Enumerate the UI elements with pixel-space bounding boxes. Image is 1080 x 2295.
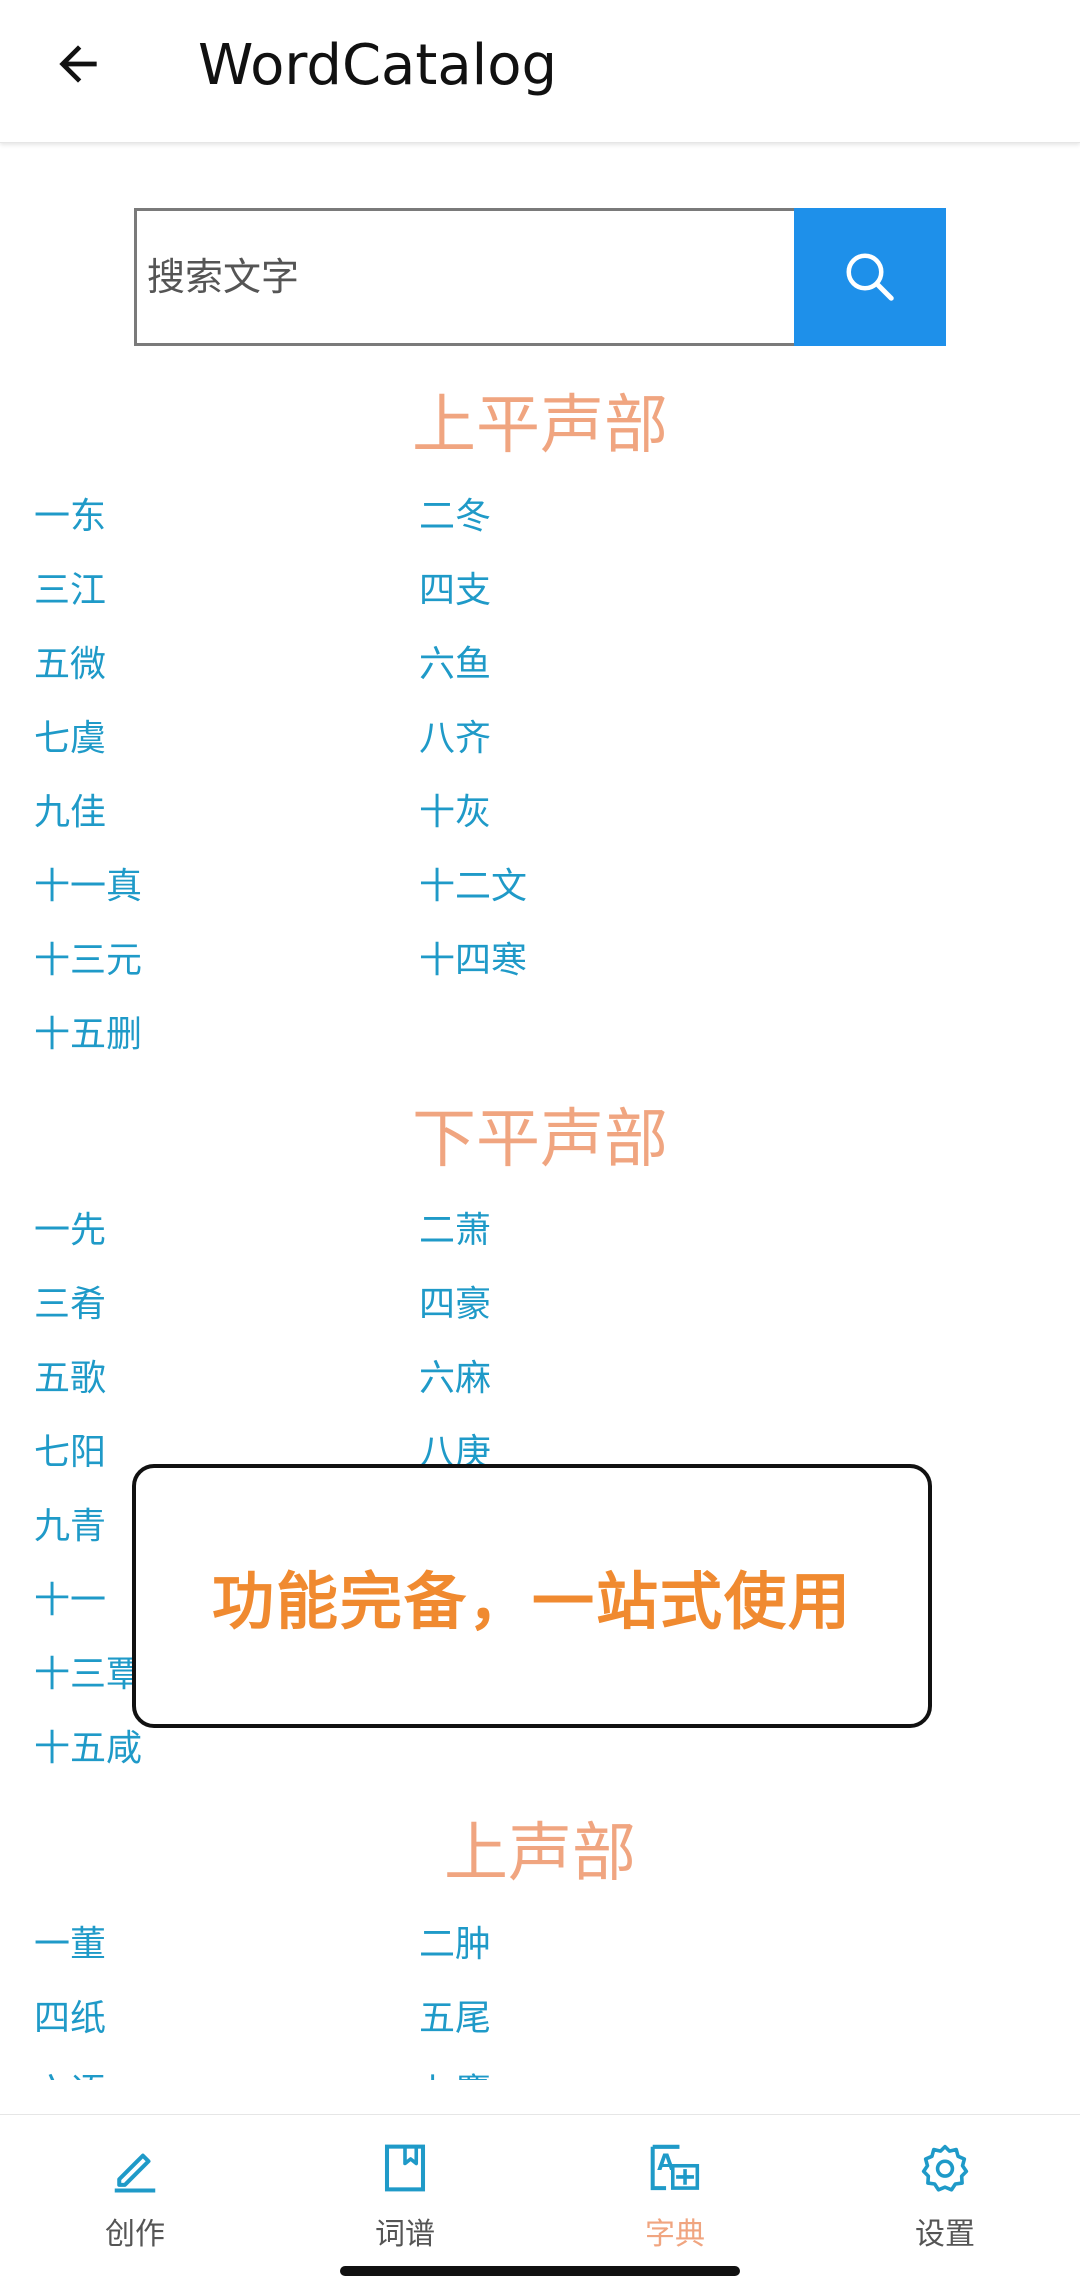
back-button[interactable] <box>40 26 116 102</box>
rhyme-item[interactable]: 十灰 <box>419 776 804 850</box>
search-button[interactable] <box>794 208 946 346</box>
nav-item-settings[interactable]: 设置 <box>810 2115 1080 2265</box>
rhyme-item[interactable]: 十五删 <box>34 998 419 1072</box>
rhyme-item[interactable]: 七虞 <box>34 702 419 776</box>
pen-icon <box>114 2153 156 2193</box>
nav-label: 创作 <box>105 2217 165 2252</box>
section-shang-ping: 上平声部 一东 二冬 三江 四支 五微 六鱼 七虞 八齐 九佳 十灰 十一真 十… <box>0 380 1080 1072</box>
rhyme-item[interactable]: 七麌 <box>419 2056 804 2080</box>
home-indicator[interactable] <box>340 2266 740 2276</box>
gear-icon <box>921 2144 969 2192</box>
rhyme-item[interactable]: 六语 <box>34 2056 419 2080</box>
book-icon <box>384 2144 426 2192</box>
section-shang-sheng: 上声部 一董 二肿 四纸 五尾 六语 七麌 <box>0 1808 1080 2080</box>
search-box <box>134 208 794 346</box>
nav-item-cipu[interactable]: 词谱 <box>270 2115 540 2265</box>
rhyme-item[interactable]: 六鱼 <box>419 628 804 702</box>
callout-text: 功能完备，一站式使用 <box>211 1565 852 1638</box>
rhyme-item[interactable]: 一董 <box>34 1908 419 1982</box>
rhyme-item[interactable]: 五尾 <box>419 1982 804 2056</box>
nav-item-create[interactable]: 创作 <box>0 2115 270 2265</box>
rhyme-item[interactable]: 十一真 <box>34 850 419 924</box>
rhyme-item[interactable]: 三江 <box>34 554 419 628</box>
section-title: 上平声部 <box>412 389 668 463</box>
rhyme-item[interactable]: 四支 <box>419 554 804 628</box>
rhyme-item[interactable]: 十二文 <box>419 850 804 924</box>
rhyme-item[interactable]: 三肴 <box>34 1268 419 1342</box>
rhyme-item[interactable]: 五微 <box>34 628 419 702</box>
rhyme-item[interactable]: 一先 <box>34 1194 419 1268</box>
rhyme-item[interactable]: 十四寒 <box>419 924 804 998</box>
arrow-left-icon <box>59 45 97 83</box>
dictionary-icon: A <box>650 2144 700 2191</box>
nav-item-dictionary[interactable]: A 字典 <box>540 2115 810 2265</box>
rhyme-item[interactable]: 九佳 <box>34 776 419 850</box>
nav-label: 词谱 <box>375 2217 435 2252</box>
rhyme-item[interactable]: 四豪 <box>419 1268 804 1342</box>
section-title: 下平声部 <box>412 1103 668 1177</box>
rhyme-item[interactable]: 二萧 <box>419 1194 804 1268</box>
nav-label: 字典 <box>645 2217 705 2252</box>
rhyme-item[interactable]: 四纸 <box>34 1982 419 2056</box>
rhyme-item[interactable]: 十三元 <box>34 924 419 998</box>
rhyme-item[interactable]: 二冬 <box>419 480 804 554</box>
app-title: WordCatalog <box>198 33 557 98</box>
nav-label: 设置 <box>915 2217 975 2252</box>
rhyme-item[interactable]: 八齐 <box>419 702 804 776</box>
rhyme-item[interactable]: 二肿 <box>419 1908 804 1982</box>
app-bar: WordCatalog <box>0 0 1080 143</box>
rhyme-grid: 一东 二冬 三江 四支 五微 六鱼 七虞 八齐 九佳 十灰 十一真 十二文 十三… <box>0 480 1080 1072</box>
rhyme-item[interactable]: 六麻 <box>419 1342 804 1416</box>
rhyme-item[interactable]: 一东 <box>34 480 419 554</box>
rhyme-grid: 一董 二肿 四纸 五尾 六语 七麌 <box>0 1908 1080 2080</box>
search-input[interactable] <box>137 211 794 343</box>
rhyme-catalog: 上平声部 一东 二冬 三江 四支 五微 六鱼 七虞 八齐 九佳 十灰 十一真 十… <box>0 380 1080 2080</box>
rhyme-item[interactable]: 五歌 <box>34 1342 419 1416</box>
section-title: 上声部 <box>444 1817 636 1891</box>
feature-callout: 功能完备，一站式使用 <box>132 1464 932 1728</box>
search-icon <box>846 253 894 301</box>
